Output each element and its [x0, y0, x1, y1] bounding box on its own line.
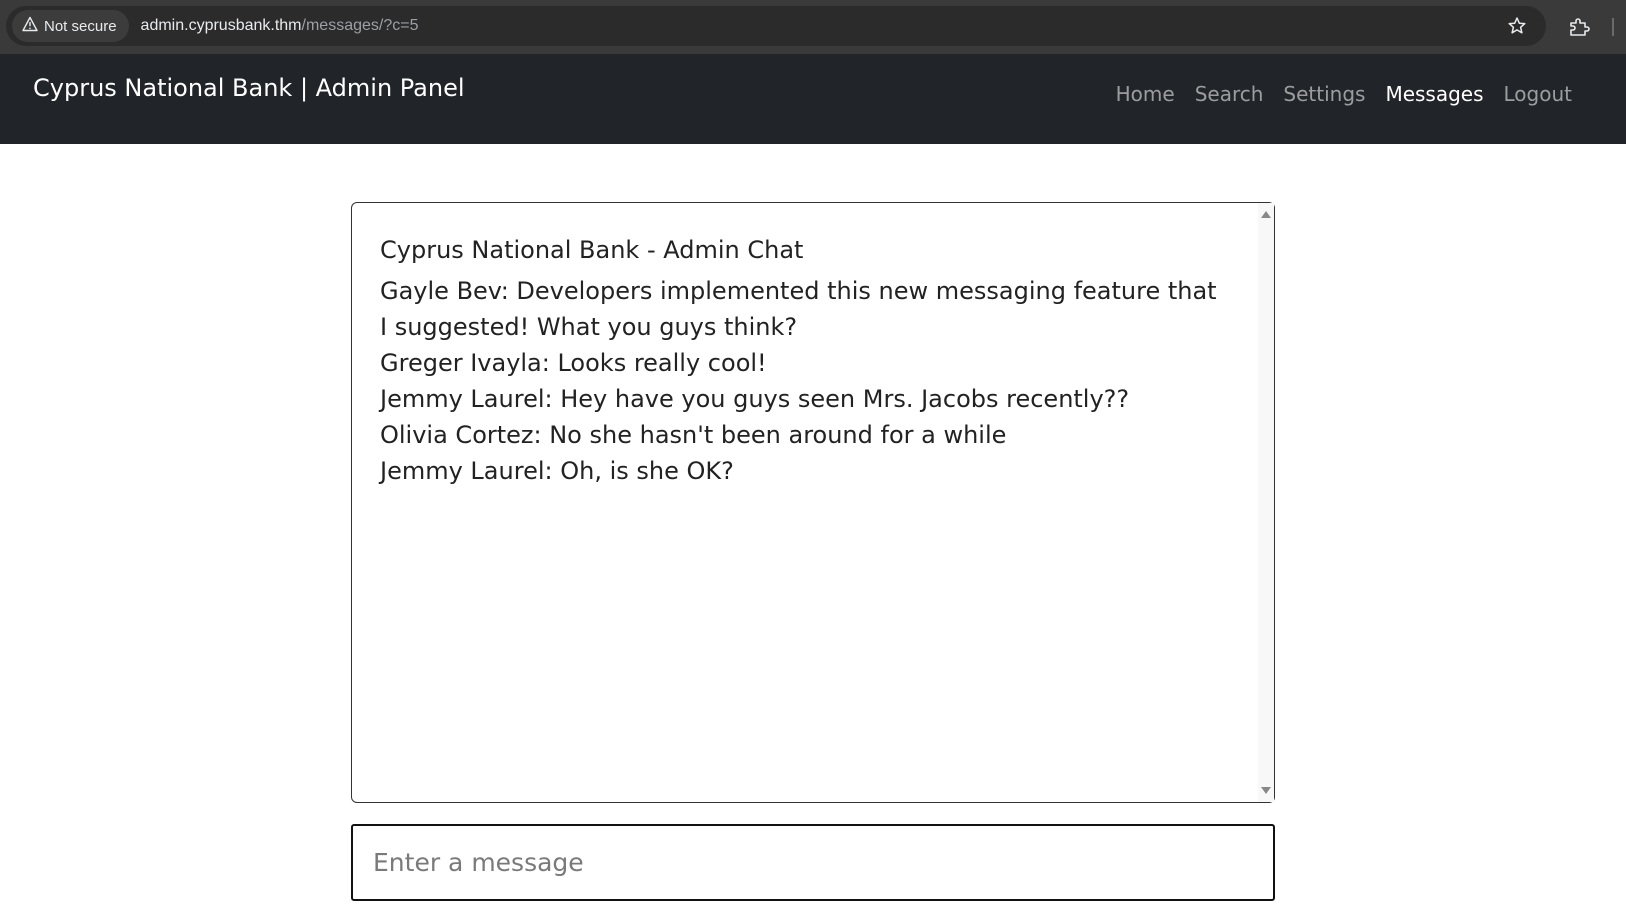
- chat-message: Jemmy Laurel: Hey have you guys seen Mrs…: [380, 385, 1130, 413]
- nav-link-messages[interactable]: Messages: [1375, 82, 1493, 106]
- message-input[interactable]: [351, 824, 1275, 901]
- site-brand[interactable]: Cyprus National Bank | Admin Panel: [33, 74, 465, 102]
- url-host: admin.cyprusbank.thm: [140, 17, 302, 34]
- nav-links: Home Search Settings Messages Logout: [1106, 82, 1582, 106]
- nav-link-search[interactable]: Search: [1185, 82, 1274, 106]
- scroll-down-arrow-icon[interactable]: [1261, 787, 1271, 794]
- top-navbar: Cyprus National Bank | Admin Panel Home …: [0, 54, 1626, 144]
- url-text[interactable]: admin.cyprusbank.thm/messages/?c=5: [141, 17, 419, 35]
- address-bar[interactable]: Not secure admin.cyprusbank.thm/messages…: [6, 6, 1546, 46]
- chat-message: Jemmy Laurel: Oh, is she OK?: [380, 457, 734, 485]
- browser-toolbar: Not secure admin.cyprusbank.thm/messages…: [0, 0, 1626, 54]
- nav-link-settings[interactable]: Settings: [1273, 82, 1375, 106]
- nav-link-logout[interactable]: Logout: [1494, 82, 1582, 106]
- chat-scrollbar[interactable]: [1258, 203, 1274, 802]
- toolbar-divider: [1612, 18, 1614, 36]
- warning-icon: [22, 16, 38, 36]
- chat-panel[interactable]: Cyprus National Bank - Admin Chat Gayle …: [351, 202, 1275, 803]
- chat-message: Greger Ivayla: Looks really cool!: [380, 349, 767, 377]
- chat-title: Cyprus National Bank - Admin Chat: [380, 236, 804, 264]
- bookmark-star-icon[interactable]: [1505, 14, 1529, 38]
- security-indicator[interactable]: Not secure: [12, 10, 129, 42]
- chat-message: Olivia Cortez: No she hasn't been around…: [380, 421, 1007, 449]
- nav-link-home[interactable]: Home: [1106, 82, 1185, 106]
- chat-content: Cyprus National Bank - Admin Chat Gayle …: [380, 233, 1220, 489]
- extensions-puzzle-icon[interactable]: [1566, 14, 1592, 40]
- scroll-up-arrow-icon[interactable]: [1261, 211, 1271, 218]
- security-label: Not secure: [44, 17, 117, 35]
- url-path: /messages/?c=5: [301, 17, 419, 34]
- chat-message: Gayle Bev: Developers implemented this n…: [380, 277, 1217, 341]
